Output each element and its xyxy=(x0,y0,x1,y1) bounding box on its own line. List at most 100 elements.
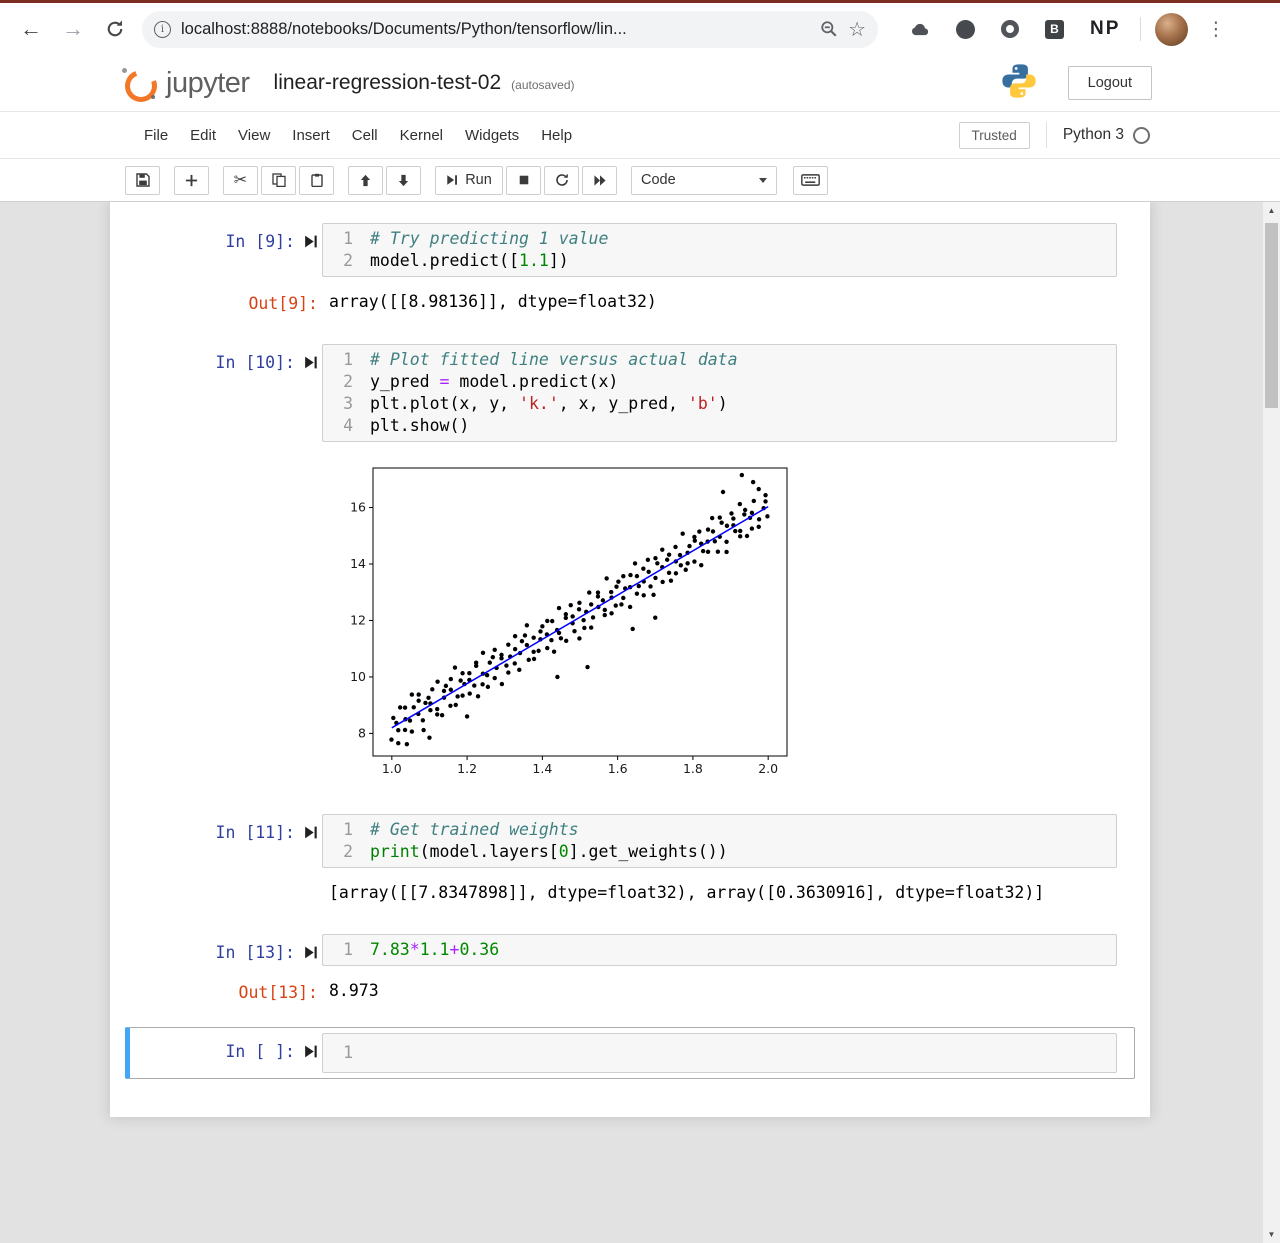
run-cell-icon[interactable] xyxy=(303,825,318,845)
logout-button[interactable]: Logout xyxy=(1068,66,1152,100)
code-editor[interactable]: 17.83*1.1+0.36 xyxy=(322,934,1117,966)
chrome-divider xyxy=(1140,17,1141,41)
circle-extension-icon[interactable] xyxy=(956,20,975,39)
zoom-icon[interactable] xyxy=(820,20,838,38)
output-prompt xyxy=(135,876,322,904)
code-cell-13[interactable]: In [13]: 17.83*1.1+0.36 Out[13]: 8.973 xyxy=(125,928,1135,1019)
copy-cell-button[interactable] xyxy=(261,166,296,195)
menu-cell[interactable]: Cell xyxy=(341,118,389,153)
svg-text:16: 16 xyxy=(350,500,366,515)
menu-view[interactable]: View xyxy=(227,118,281,153)
notebook-site: In [9]: 1# Try predicting 1 value2model.… xyxy=(0,202,1280,1243)
interrupt-kernel-button[interactable] xyxy=(506,166,541,195)
move-cell-up-button[interactable] xyxy=(348,166,383,195)
svg-text:1.8: 1.8 xyxy=(683,761,703,776)
output-prompt: Out[9]: xyxy=(135,285,322,314)
output-text: [array([[7.8347898]], dtype=float32), ar… xyxy=(322,876,1117,904)
scroll-up-icon[interactable]: ▲ xyxy=(1263,202,1280,219)
back-icon[interactable]: ← xyxy=(10,8,52,50)
input-prompt: In [13]: xyxy=(135,934,322,966)
svg-text:1.0: 1.0 xyxy=(382,761,402,776)
code-editor[interactable]: 1# Plot fitted line versus actual data2y… xyxy=(322,344,1117,442)
svg-text:1.4: 1.4 xyxy=(532,761,552,776)
menu-kernel[interactable]: Kernel xyxy=(389,118,454,153)
chevron-down-icon xyxy=(759,178,767,183)
svg-text:1.2: 1.2 xyxy=(457,761,477,776)
forward-icon[interactable]: → xyxy=(52,8,94,50)
code-cell-11[interactable]: In [11]: 1# Get trained weights2print(mo… xyxy=(125,808,1135,920)
run-cell-icon[interactable] xyxy=(303,234,318,254)
input-prompt: In [11]: xyxy=(135,814,322,868)
output-prompt xyxy=(135,456,322,788)
plot-output: 1.01.21.41.61.82.0810121416 xyxy=(322,456,1117,788)
svg-text:10: 10 xyxy=(350,669,366,684)
menu-help[interactable]: Help xyxy=(530,118,583,153)
autosave-status: (autosaved) xyxy=(511,78,574,92)
menu-edit[interactable]: Edit xyxy=(179,118,227,153)
input-prompt: In [ ]: xyxy=(135,1033,322,1073)
move-cell-down-button[interactable] xyxy=(386,166,421,195)
input-prompt: In [10]: xyxy=(135,344,322,442)
extensions-row: B NP xyxy=(900,18,1120,40)
code-cell-9[interactable]: In [9]: 1# Try predicting 1 value2model.… xyxy=(125,217,1135,330)
output-prompt: Out[13]: xyxy=(135,974,322,1003)
restart-kernel-button[interactable] xyxy=(544,166,579,195)
browser-toolbar: ← → i localhost:8888/notebooks/Documents… xyxy=(0,3,1280,55)
svg-text:12: 12 xyxy=(350,612,366,627)
menu-widgets[interactable]: Widgets xyxy=(454,118,530,153)
matplotlib-figure: 1.01.21.41.61.82.0810121416 xyxy=(343,462,1117,788)
code-editor[interactable]: 1 xyxy=(322,1033,1117,1073)
kernel-indicator: Python 3 xyxy=(1063,126,1150,144)
menu-insert[interactable]: Insert xyxy=(281,118,341,153)
kernel-idle-icon xyxy=(1133,127,1150,144)
save-button[interactable] xyxy=(125,166,160,195)
menubar-divider xyxy=(1046,122,1047,148)
scrollbar-thumb[interactable] xyxy=(1265,223,1278,408)
run-button[interactable]: Run xyxy=(435,166,503,195)
run-cell-icon[interactable] xyxy=(303,1044,318,1064)
cell-type-value: Code xyxy=(641,172,676,188)
code-cell-10[interactable]: In [10]: 1# Plot fitted line versus actu… xyxy=(125,338,1135,800)
jupyter-header: jupyter linear-regression-test-02 (autos… xyxy=(0,55,1280,112)
cloud-extension-icon[interactable] xyxy=(910,22,930,36)
reload-icon[interactable] xyxy=(94,8,136,50)
paste-cell-button[interactable] xyxy=(299,166,334,195)
notebook-toolbar: ✂ Run Code xyxy=(0,159,1280,202)
input-prompt: In [9]: xyxy=(135,223,322,277)
menu-file[interactable]: File xyxy=(133,118,179,153)
notebook-title[interactable]: linear-regression-test-02 xyxy=(274,71,502,95)
add-cell-button[interactable] xyxy=(174,166,209,195)
output-text: 8.973 xyxy=(322,974,1117,1003)
url-text[interactable]: localhost:8888/notebooks/Documents/Pytho… xyxy=(181,20,800,39)
code-cell-empty-selected[interactable]: In [ ]: 1 xyxy=(125,1027,1135,1079)
restart-run-all-button[interactable] xyxy=(582,166,617,195)
cell-type-dropdown[interactable]: Code xyxy=(631,166,777,195)
scroll-down-icon[interactable]: ▼ xyxy=(1263,1226,1280,1243)
run-button-label: Run xyxy=(465,172,492,188)
trusted-badge[interactable]: Trusted xyxy=(959,122,1030,149)
np-extension-icon[interactable]: NP xyxy=(1090,18,1120,40)
run-cell-icon[interactable] xyxy=(303,355,318,375)
cut-cell-button[interactable]: ✂ xyxy=(223,166,258,195)
svg-text:8: 8 xyxy=(358,725,366,740)
profile-avatar[interactable] xyxy=(1155,13,1188,46)
donut-extension-icon[interactable] xyxy=(1001,20,1019,38)
code-editor[interactable]: 1# Try predicting 1 value2model.predict(… xyxy=(322,223,1117,277)
command-palette-button[interactable] xyxy=(793,166,828,195)
page-info-icon[interactable]: i xyxy=(154,21,171,38)
jupyter-logo-icon[interactable] xyxy=(121,65,157,101)
python-logo-icon xyxy=(1000,62,1038,105)
bookmark-star-icon[interactable]: ☆ xyxy=(848,17,866,42)
svg-text:2.0: 2.0 xyxy=(758,761,778,776)
url-bar[interactable]: i localhost:8888/notebooks/Documents/Pyt… xyxy=(142,11,878,48)
code-editor[interactable]: 1# Get trained weights2print(model.layer… xyxy=(322,814,1117,868)
browser-menu-icon[interactable]: ⋮ xyxy=(1200,18,1231,41)
notebook-container: In [9]: 1# Try predicting 1 value2model.… xyxy=(110,202,1150,1117)
jupyter-brand[interactable]: jupyter xyxy=(166,67,250,100)
kernel-name: Python 3 xyxy=(1063,126,1124,144)
b-extension-icon[interactable]: B xyxy=(1045,20,1064,39)
scrollbar[interactable]: ▲ ▼ xyxy=(1263,202,1280,1243)
run-cell-icon[interactable] xyxy=(303,945,318,965)
svg-text:1.6: 1.6 xyxy=(608,761,628,776)
output-text: array([[8.98136]], dtype=float32) xyxy=(322,285,1117,314)
